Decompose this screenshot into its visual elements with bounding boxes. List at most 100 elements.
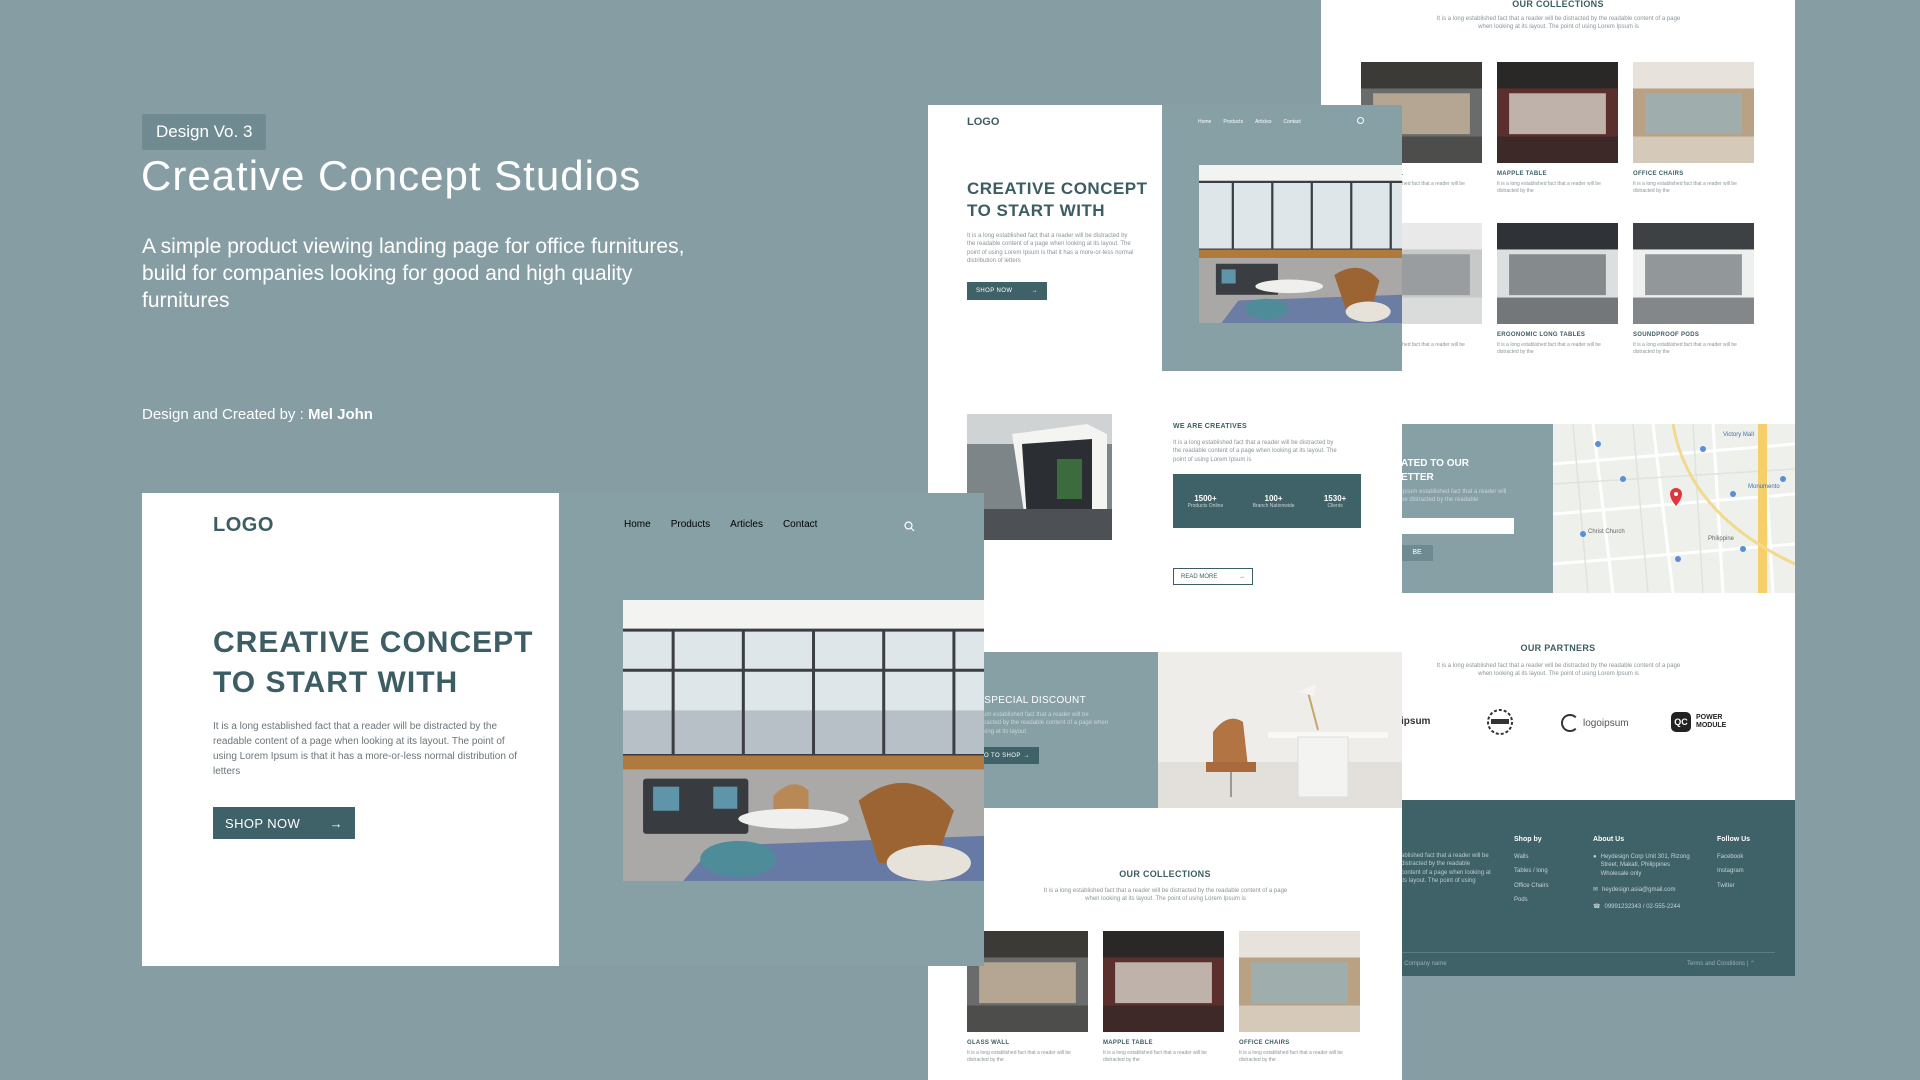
collection-card[interactable]: ERGONOMIC LONG TABLES It is a long estab…: [1497, 223, 1618, 356]
shop-now-button[interactable]: SHOP NOW →: [967, 282, 1047, 300]
footer-divider: [1401, 952, 1775, 953]
collection-card[interactable]: MAPPLE TABLE It is a long established fa…: [1497, 62, 1618, 195]
collection-card[interactable]: OFFICE CHAIRS It is a long established f…: [1239, 931, 1360, 1064]
soundproof-pod-image: [967, 414, 1112, 540]
collection-card[interactable]: SOUNDPROOF PODS It is a long established…: [1633, 223, 1754, 356]
mockup-hero-closeup: LOGO Home Products Articles Contact CREA…: [142, 493, 984, 966]
partner-module-text: MODULE: [1696, 722, 1727, 729]
stat-clients: 1530+ Clients: [1324, 494, 1346, 509]
go-to-shop-button[interactable]: O TO SHOP →: [975, 747, 1039, 764]
product-photo: [1497, 62, 1618, 163]
page-description: A simple product viewing landing page fo…: [142, 235, 685, 312]
partner-power-text: POWER: [1696, 714, 1723, 721]
arrow-right-icon: →: [1239, 573, 1245, 580]
nav-contact[interactable]: Contact: [1283, 119, 1300, 125]
footer-shop-column: Shop by Walls Tables / long Office Chair…: [1514, 836, 1549, 905]
newsletter-email-input[interactable]: [1401, 518, 1514, 534]
product-photo: [1633, 223, 1754, 324]
collection-card[interactable]: OFFICE CHAIRS It is a long established f…: [1633, 62, 1754, 195]
footer-shop-tables[interactable]: Tables / long: [1514, 867, 1549, 875]
creatives-title: WE ARE CREATIVES: [1173, 423, 1248, 430]
collection-name: ERGONOMIC LONG TABLES: [1497, 332, 1586, 338]
nav-articles[interactable]: Articles: [1255, 119, 1271, 125]
front-collections-body: It is a long established fact that a rea…: [1043, 888, 1288, 903]
stat-clients-value: 1530+: [1323, 493, 1347, 503]
creatives-photo: [967, 414, 1112, 540]
hero-heading-line1: CREATIVE CONCEPT: [967, 179, 1148, 198]
collection-desc: It is a long established fact that a rea…: [1497, 181, 1601, 194]
nav-logo-large[interactable]: LOGO: [213, 514, 274, 537]
nav-products-large[interactable]: Products: [671, 519, 710, 530]
partner-qc-icon: QC: [1671, 712, 1691, 732]
collection-name: SOUNDPROOF PODS: [1633, 332, 1700, 338]
map-graphic: [1553, 424, 1795, 593]
stat-products-value: 1500+: [1194, 493, 1217, 503]
footer-email[interactable]: ✉ heydesign.asia@gmail.com: [1593, 886, 1698, 894]
footer-terms-text: Terms and Conditions: [1687, 961, 1746, 967]
discount-title: T SPECIAL DISCOUNT: [975, 695, 1086, 706]
stat-products-label: Products Online: [1187, 502, 1224, 509]
collection-name: OFFICE CHAIRS: [1633, 171, 1684, 177]
map-label-philippine: Philippine: [1708, 536, 1735, 542]
footer-shop-title: Shop by: [1514, 836, 1542, 843]
shop-now-label-large: SHOP NOW: [225, 815, 301, 831]
footer-copyright: | Company name: [1401, 961, 1447, 967]
nav-home-large[interactable]: Home: [624, 519, 651, 530]
partner-logo-1: ipsum: [1401, 716, 1430, 727]
stat-products: 1500+ Products Online: [1188, 494, 1224, 509]
collection-photo: [1497, 223, 1618, 324]
collection-photo: [1633, 223, 1754, 324]
nav-menu: Home Products Articles Contact: [1198, 119, 1301, 125]
newsletter-subscribe-button[interactable]: BE: [1401, 545, 1433, 561]
newsletter-body: Ipsum established fact that a reader wil…: [1401, 489, 1507, 504]
footer-shop-walls[interactable]: Walls: [1514, 853, 1549, 861]
hero-heading-large: CREATIVE CONCEPT TO START WITH: [213, 623, 533, 703]
shop-now-button-large[interactable]: SHOP NOW →: [213, 807, 355, 839]
go-to-shop-label: O TO SHOP: [984, 752, 1021, 759]
mail-icon: ✉: [1593, 887, 1599, 894]
footer-address-text: Heydesign Corp Unit 301, Rizong Street, …: [1600, 854, 1690, 877]
nav-articles-large[interactable]: Articles: [730, 519, 763, 530]
subscribe-label: BE: [1412, 549, 1422, 556]
collection-desc: It is a long established fact that a rea…: [1633, 342, 1737, 355]
nav-logo[interactable]: LOGO: [967, 116, 999, 128]
nav-menu-large: Home Products Articles Contact: [624, 519, 817, 530]
stat-branches-label: Branch Nationwide: [1252, 502, 1295, 509]
footer-address: ● Heydesign Corp Unit 301, Rizong Street,…: [1593, 853, 1698, 878]
nav-products[interactable]: Products: [1223, 119, 1243, 125]
partner-logo-3: logoipsum: [1561, 714, 1629, 732]
search-icon[interactable]: [1357, 117, 1364, 124]
collection-desc: It is a long established fact that a rea…: [1633, 181, 1737, 194]
location-map[interactable]: Victory Mall Monumento Christ Church Phi…: [1553, 424, 1795, 593]
nav-contact-large[interactable]: Contact: [783, 519, 817, 530]
search-icon[interactable]: [904, 519, 915, 537]
credit-line: Design and Created by : Mel John: [142, 406, 373, 423]
partner-qc-text: QC: [1674, 717, 1688, 727]
stats-panel: 1500+ Products Online 100+ Branch Nationwi…: [1173, 474, 1361, 528]
creatives-body: It is a long established fact that a rea…: [1173, 440, 1337, 463]
footer-follow-facebook[interactable]: Facebook: [1717, 853, 1750, 861]
newsletter-section: ATED TO OUR ETTER Ipsum established fact…: [1401, 424, 1553, 593]
collection-desc: It is a long established fact that a rea…: [1103, 1050, 1207, 1063]
partner-logo-3-text: logoipsum: [1583, 717, 1629, 729]
partner-logo-1-text: ipsum: [1401, 716, 1431, 727]
stat-clients-label: Clients: [1327, 502, 1343, 509]
footer-about-title: About Us: [1593, 836, 1625, 843]
footer-shop-chairs[interactable]: Office Chairs: [1514, 882, 1549, 890]
footer-shop-pods[interactable]: Pods: [1514, 896, 1549, 904]
credit-prefix: Design and Created by :: [142, 406, 308, 423]
nav-home[interactable]: Home: [1198, 119, 1211, 125]
collection-card[interactable]: GLASS WALL It is a long established fact…: [967, 931, 1088, 1064]
footer-terms[interactable]: Terms and Conditions | ⌃: [1687, 960, 1755, 968]
read-more-button[interactable]: READ MORE →: [1173, 568, 1253, 585]
partner-swirl-icon: [1561, 714, 1579, 732]
design-badge-label: Design Vo. 3: [156, 122, 253, 141]
footer-follow-instagram[interactable]: Instagram: [1717, 867, 1750, 875]
collection-desc: It is a long established fact that a rea…: [1497, 342, 1601, 355]
collection-card[interactable]: MAPPLE TABLE It is a long established fa…: [1103, 931, 1224, 1064]
phone-icon: ☎: [1593, 903, 1601, 910]
footer-follow-twitter[interactable]: Twitter: [1717, 882, 1750, 890]
hero-heading-large-line2: TO START WITH: [213, 666, 459, 699]
office-lounge-image: [1199, 165, 1402, 323]
credit-name: Mel John: [307, 406, 373, 423]
